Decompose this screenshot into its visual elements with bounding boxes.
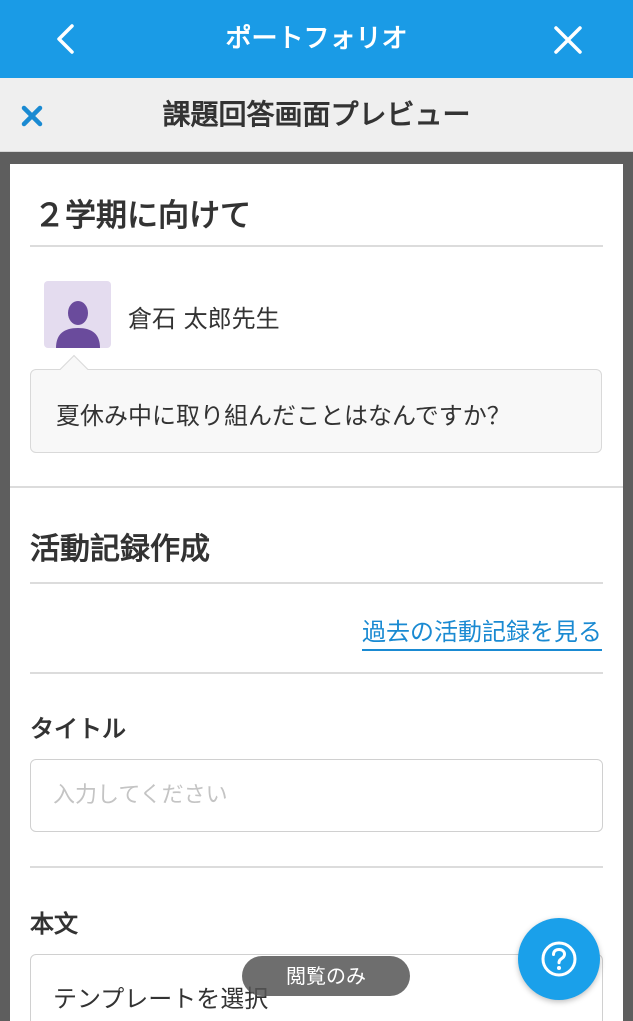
close-icon	[554, 26, 582, 54]
page-title: ポートフォリオ	[225, 24, 408, 54]
question-circle-icon	[541, 941, 577, 977]
section-divider	[10, 486, 623, 488]
teacher-name: 倉石 太郎先生	[128, 305, 280, 333]
activity-section-title: 活動記録作成	[30, 532, 210, 567]
body-label: 本文	[30, 910, 78, 938]
title-label: タイトル	[30, 715, 126, 743]
preview-title: 課題回答画面プレビュー	[162, 98, 471, 131]
assignment-title: ２学期に向けて	[34, 198, 251, 234]
preview-bar: 課題回答画面プレビュー	[0, 78, 633, 152]
avatar	[44, 281, 111, 348]
divider	[30, 245, 603, 247]
preview-content: ２学期に向けて 倉石 太郎先生 夏休み中に取り組んだことはなんですか？ 活動記録…	[10, 164, 623, 1021]
divider	[30, 582, 603, 584]
read-only-badge: 閲覧のみ	[242, 956, 410, 996]
person-icon	[55, 301, 100, 348]
close-button[interactable]	[550, 22, 586, 58]
question-text: 夏休み中に取り組んだことはなんですか？	[56, 402, 511, 430]
past-records-link[interactable]: 過去の活動記録を見る	[362, 612, 602, 651]
help-button[interactable]	[518, 918, 600, 1000]
template-select-label: テンプレートを選択	[53, 985, 269, 1013]
question-bubble: 夏休み中に取り組んだことはなんですか？	[30, 369, 602, 453]
divider	[30, 672, 603, 674]
title-input[interactable]	[30, 759, 603, 832]
app-header: ポートフォリオ	[0, 0, 633, 78]
divider	[30, 866, 603, 868]
